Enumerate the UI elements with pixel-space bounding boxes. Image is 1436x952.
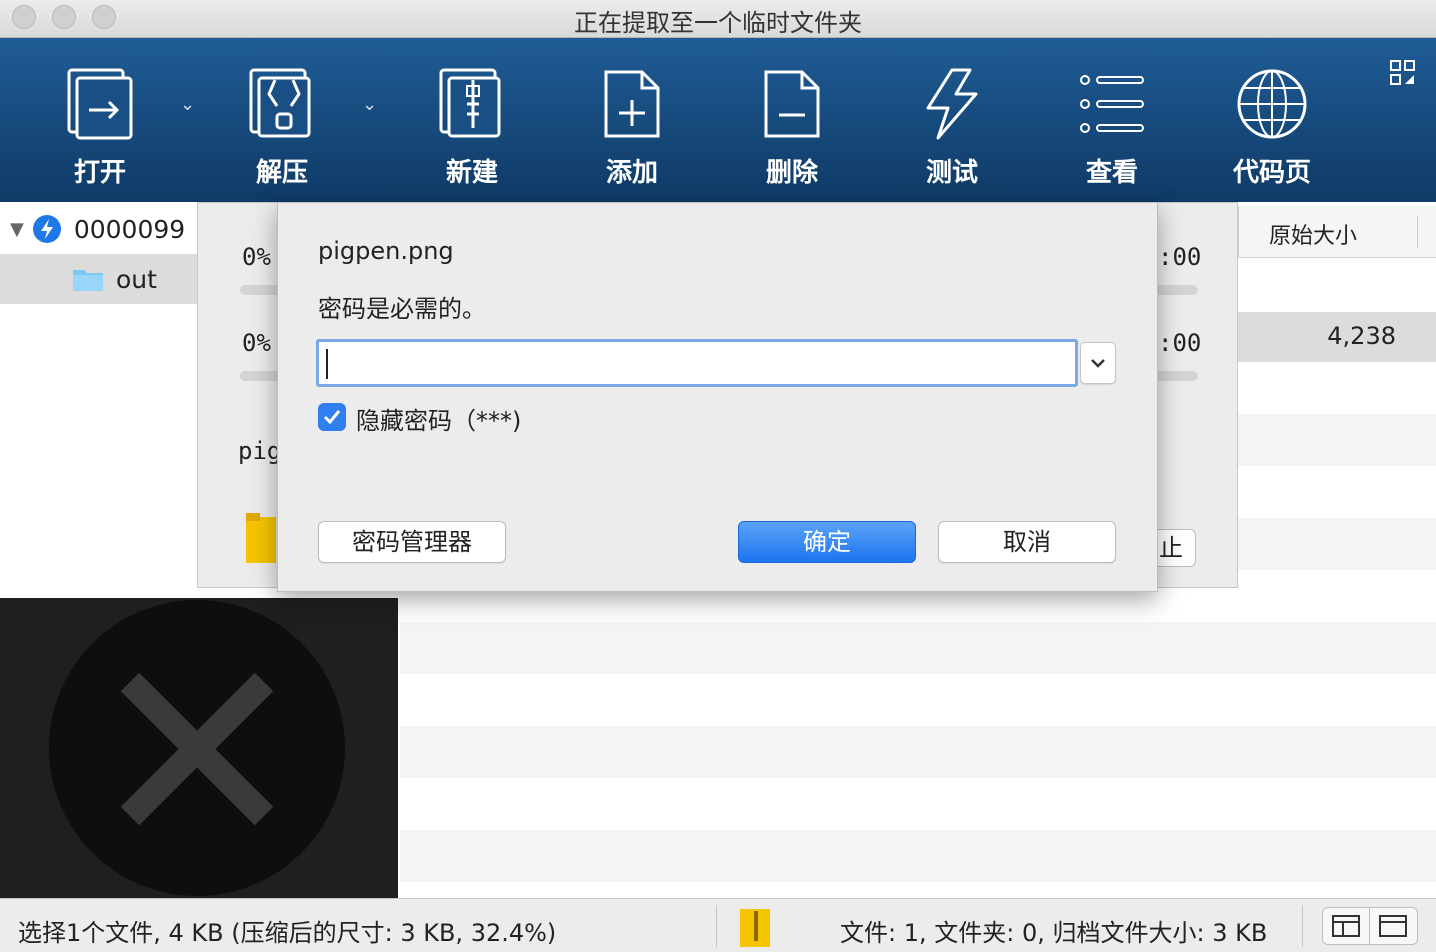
open-button[interactable]: 打开 [40,68,160,188]
test-label: 测试 [925,158,978,188]
progress-percent-2: 0% [242,329,271,357]
status-selection: 选择1个文件, 4 KB (压缩后的尺寸: 3 KB, 32.4%) [18,919,557,947]
open-label: 打开 [73,158,126,188]
new-label: 新建 [445,158,498,188]
status-bar: 选择1个文件, 4 KB (压缩后的尺寸: 3 KB, 32.4%) 文件: 1… [0,898,1436,952]
tree-archive-label: 0000099 [73,214,186,244]
main-toolbar: 打开 ⌄ 解压 ⌄ 新建 添加 删除 测试 查看 代码页 [0,38,1436,202]
codepage-button[interactable]: 代码页 [1212,68,1332,188]
window-title: 正在提取至一个临时文件夹 [574,9,862,37]
split-layout-icon [1332,915,1360,937]
test-button[interactable]: 测试 [892,68,1012,188]
row-original-size: 4,238 [1327,322,1396,350]
progress-time-1: :00 [1158,243,1202,271]
split-view-button[interactable] [1322,907,1370,945]
extract-label: 解压 [255,158,308,188]
open-icon [67,68,133,140]
status-summary: 文件: 1, 文件夹: 0, 归档文件大小: 3 KB [840,919,1268,947]
new-archive-icon [439,68,501,138]
disclosure-triangle-icon[interactable]: ▼ [10,219,24,240]
delete-file-icon [764,70,820,138]
archive-app-icon [32,215,61,243]
file-list-empty-rows [400,598,1436,898]
folder-icon [73,270,103,291]
hide-password-checkbox[interactable] [318,403,346,431]
checkmark-icon [323,410,341,425]
text-caret [326,349,328,379]
archive-folder-icon [246,513,276,563]
column-header-original-size[interactable]: 原始大小 [1238,206,1436,258]
archive-icon [740,909,770,947]
window-layout-icon [1379,915,1407,937]
chevron-down-icon [1091,359,1105,368]
tree-item-folder[interactable]: out [0,254,200,304]
cancel-button[interactable]: 取消 [938,521,1116,563]
add-label: 添加 [605,158,658,188]
add-file-icon [604,70,660,138]
tree-folder-label: out [116,264,157,294]
extract-button[interactable]: 解压 [222,68,342,188]
codepage-label: 代码页 [1232,158,1311,188]
add-button[interactable]: 添加 [572,68,692,188]
archive-tree: ▼ 0000099 out [0,202,200,598]
list-view-icon [1080,75,1144,133]
password-history-dropdown[interactable] [1080,342,1116,384]
lightning-icon [926,68,978,140]
extract-menu-chevron-icon[interactable]: ⌄ [362,94,377,115]
grid-layout-icon[interactable] [1390,60,1416,86]
view-label: 查看 [1085,158,1138,188]
single-view-button[interactable] [1370,907,1418,945]
table-row[interactable]: 4,238 [1238,312,1436,362]
hide-password-label[interactable]: 隐藏密码（***) [356,401,521,436]
new-archive-button[interactable]: 新建 [412,68,532,188]
extract-icon [249,68,311,138]
password-dialog: pigpen.png 密码是必需的。 隐藏密码（***) 密码管理器 确定 取消 [277,202,1158,592]
title-bar: 正在提取至一个临时文件夹 [0,0,1436,38]
view-button[interactable]: 查看 [1052,68,1172,188]
progress-time-2: :00 [1158,329,1202,357]
dialog-message: 密码是必需的。 [318,295,486,323]
password-input[interactable] [316,339,1078,387]
globe-icon [1237,69,1307,139]
no-preview-x-icon [49,600,345,896]
tree-item-archive[interactable]: ▼ 0000099 [0,204,200,254]
progress-percent-1: 0% [242,243,271,271]
password-manager-button[interactable]: 密码管理器 [318,521,506,563]
dialog-filename: pigpen.png [318,237,454,265]
progress-current-file: pig [238,437,282,465]
preview-pane [0,598,398,898]
delete-label: 删除 [765,158,818,188]
open-menu-chevron-icon[interactable]: ⌄ [180,94,195,115]
delete-button[interactable]: 删除 [732,68,852,188]
ok-button[interactable]: 确定 [738,521,916,563]
